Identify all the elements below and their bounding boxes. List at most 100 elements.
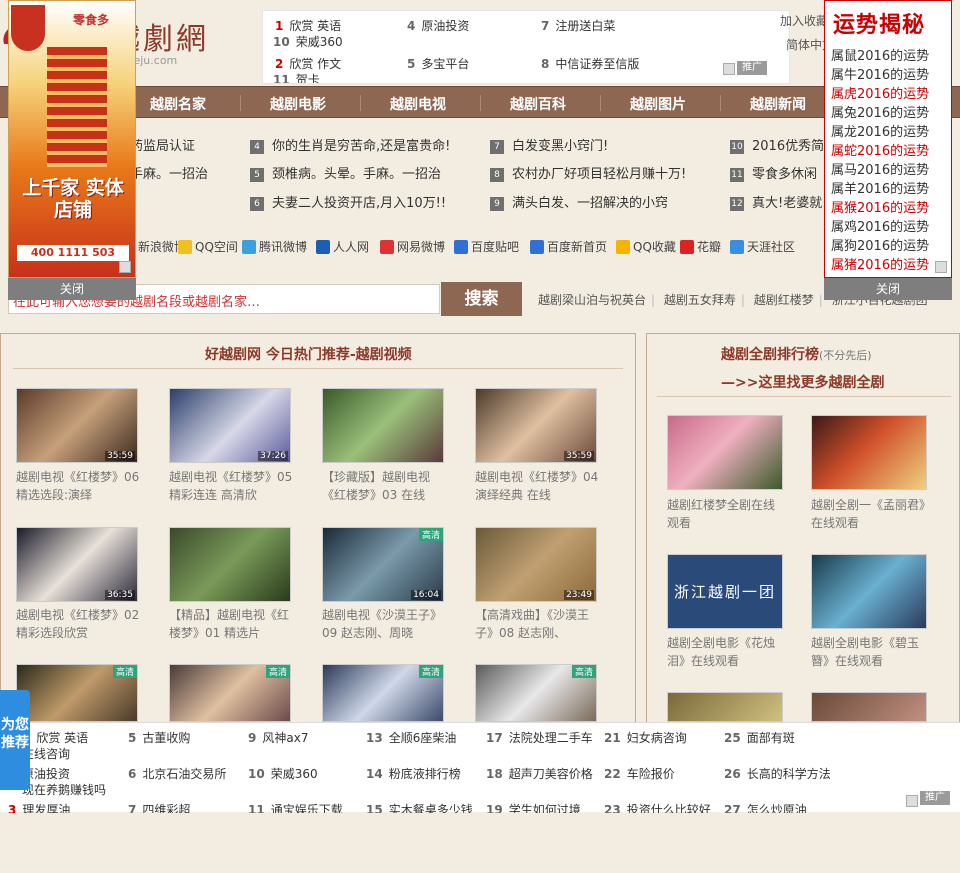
ranking-caption[interactable]: 越剧红楼梦全剧在线观看 <box>667 496 785 532</box>
top-ad-link[interactable]: 10 荣威360 <box>273 33 343 50</box>
more-link[interactable]: —>>这里找更多越剧全剧 <box>721 372 884 392</box>
ad-info-icon[interactable] <box>906 795 918 807</box>
hot-link[interactable]: 越剧梁山泊与祝英台 <box>538 293 646 307</box>
luck-link[interactable]: 属马2016的运势 <box>831 159 929 178</box>
luck-link[interactable]: 属猪2016的运势 <box>831 254 929 273</box>
add-favorite-link[interactable]: 加入收藏 <box>780 12 828 29</box>
ranking-thumbnail[interactable] <box>667 692 783 722</box>
top-ad-link[interactable]: 8 中信证券至信版 <box>541 55 639 72</box>
video-thumbnail[interactable]: 高清 16:04 <box>322 527 444 602</box>
video-caption[interactable]: 越剧电视《红楼梦》02 精彩选段欣赏 <box>16 606 140 642</box>
luck-link[interactable]: 属羊2016的运势 <box>831 178 929 197</box>
ranking-caption[interactable]: 越剧全剧电影《花烛泪》在线观看 <box>667 634 785 670</box>
news-link[interactable]: 5 颈椎病。头晕。手麻。一招治 <box>250 163 441 182</box>
ranking-thumbnail[interactable]: 浙江越剧一团 <box>667 554 783 629</box>
bottom-ad-link[interactable]: 26 长高的科学方法 <box>724 765 831 782</box>
luck-link[interactable]: 属兔2016的运势 <box>831 102 929 121</box>
video-caption[interactable]: 越剧电视《红楼梦》04 演绎经典 在线 <box>475 468 599 504</box>
news-link[interactable]: 7 白发变黑小窍门! <box>490 135 608 154</box>
video-thumbnail[interactable] <box>322 388 444 463</box>
share-tencent-weibo[interactable]: 腾讯微博 <box>242 238 307 255</box>
video-caption[interactable]: 越剧电视《红楼梦》06 精选选段:演绎 <box>16 468 140 504</box>
top-ad-link[interactable]: 4 原油投资 <box>407 17 469 34</box>
video-thumbnail[interactable]: 35:59 <box>16 388 138 463</box>
luck-link[interactable]: 属牛2016的运势 <box>831 64 929 83</box>
luck-link[interactable]: 属龙2016的运势 <box>831 121 929 140</box>
video-thumbnail[interactable]: 高清 <box>169 664 291 722</box>
nav-item-dianying[interactable]: 越剧电影 <box>270 94 326 114</box>
news-link[interactable]: 药监局认证 <box>130 135 195 154</box>
ranking-thumbnail[interactable] <box>667 415 783 490</box>
bottom-ad-link[interactable]: 25 面部有斑 <box>724 729 795 746</box>
top-ad-link[interactable]: 7 注册送白菜 <box>541 17 615 34</box>
ad-info-icon[interactable] <box>119 261 131 273</box>
ad-info-icon[interactable] <box>935 261 947 273</box>
video-thumbnail[interactable]: 高清 <box>322 664 444 722</box>
ad-tag[interactable]: 推广 <box>920 791 950 805</box>
bottom-ad-link[interactable]: 9 风神ax7 <box>248 729 308 746</box>
hot-link[interactable]: 越剧五女拜寿 <box>664 293 736 307</box>
luck-link[interactable]: 属鸡2016的运势 <box>831 216 929 235</box>
bottom-ad-link[interactable]: 18 超声刀美容价格 <box>486 765 593 782</box>
share-huaban[interactable]: 花瓣 <box>680 238 721 255</box>
news-link[interactable]: 6 夫妻二人投资开店,月入10万!! <box>250 192 446 211</box>
video-thumbnail[interactable] <box>169 527 291 602</box>
bottom-ad-link[interactable]: 10 荣威360 <box>248 765 318 782</box>
ad-tag[interactable]: 推广 <box>737 61 767 75</box>
bottom-ad-link[interactable]: 11 通宝娱乐下载 <box>248 801 343 813</box>
bottom-ad-link[interactable]: 6 北京石油交易所 <box>128 765 226 782</box>
video-thumbnail[interactable]: 37:26 <box>169 388 291 463</box>
top-ad-link[interactable]: 2 欣赏 作文 <box>275 55 341 72</box>
video-caption[interactable]: 【精品】越剧电视《红楼梦》01 精选片 <box>169 606 293 642</box>
nav-item-dianshi[interactable]: 越剧电视 <box>390 94 446 114</box>
nav-item-mingjia[interactable]: 越剧名家 <box>150 94 206 114</box>
bottom-ad-link[interactable]: 27 怎么炒原油 <box>724 801 807 813</box>
luck-link[interactable]: 属鼠2016的运势 <box>831 45 929 64</box>
luck-link[interactable]: 属狗2016的运势 <box>831 235 929 254</box>
news-link[interactable]: 9 满头白发、一招解决的小窍 <box>490 192 668 211</box>
ranking-thumbnail[interactable] <box>811 554 927 629</box>
news-link[interactable]: 手麻。一招治 <box>130 163 208 182</box>
video-caption[interactable]: 【高清戏曲】《沙漠王子》08 赵志刚、 <box>475 606 599 642</box>
video-thumbnail[interactable]: 35:59 <box>475 388 597 463</box>
close-button[interactable]: 关闭 <box>8 278 136 300</box>
news-link[interactable]: 11 零食多休闲 <box>730 163 817 182</box>
share-qzone[interactable]: QQ空间 <box>178 238 238 255</box>
news-link[interactable]: 12 真大!老婆就 <box>730 192 822 211</box>
video-thumbnail[interactable]: 23:49 <box>475 527 597 602</box>
luck-link[interactable]: 属蛇2016的运势 <box>831 140 929 159</box>
ranking-thumbnail[interactable] <box>811 415 927 490</box>
luck-link[interactable]: 属虎2016的运势 <box>831 83 929 102</box>
ranking-caption[interactable]: 越剧全剧电影《碧玉簪》在线观看 <box>811 634 929 670</box>
share-baidu-tieba[interactable]: 百度贴吧 <box>454 238 519 255</box>
news-link[interactable]: 8 农村办厂好项目轻松月赚十万! <box>490 163 686 182</box>
bottom-ad-link[interactable]: 7 四维彩超 <box>128 801 190 813</box>
share-qq-favorite[interactable]: QQ收藏 <box>616 238 676 255</box>
ranking-thumbnail[interactable] <box>811 692 927 722</box>
news-link[interactable]: 10 2016优秀简历 <box>730 135 837 154</box>
bottom-ad-link[interactable]: 23 投资什么比较好 <box>604 801 711 813</box>
bottom-ad-link[interactable]: 15 实木餐桌多少钱 <box>366 801 473 813</box>
video-thumbnail[interactable]: 高清 <box>16 664 138 722</box>
bottom-ad-link[interactable]: 14 粉底液排行榜 <box>366 765 461 782</box>
share-netease-weibo[interactable]: 网易微博 <box>380 238 445 255</box>
ad-banner[interactable]: 零食多 上千家 实体店铺 400 1111 503 <box>8 0 136 278</box>
video-caption[interactable]: 【珍藏版】越剧电视《红楼梦》03 在线 <box>322 468 446 504</box>
bottom-ad-link[interactable]: 3 理发厚油 <box>8 801 70 813</box>
video-caption[interactable]: 越剧电视《红楼梦》05 精彩连连 高清欣 <box>169 468 293 504</box>
close-button[interactable]: 关闭 <box>824 278 952 300</box>
bottom-ad-link[interactable]: 17 法院处理二手车 <box>486 729 593 746</box>
bottom-ad-link[interactable]: 5 古董收购 <box>128 729 190 746</box>
luck-link[interactable]: 属猴2016的运势 <box>831 197 929 216</box>
nav-item-tupian[interactable]: 越剧图片 <box>630 94 686 114</box>
top-ad-link[interactable]: 5 多宝平台 <box>407 55 469 72</box>
search-button[interactable]: 搜索 <box>441 282 522 316</box>
bottom-ad-link[interactable]: 现在养鹅赚钱吗 <box>22 781 106 798</box>
nav-item-xinwen[interactable]: 越剧新闻 <box>750 94 806 114</box>
top-ad-link[interactable]: 1 欣赏 英语 <box>275 17 341 34</box>
news-link[interactable]: 4 你的生肖是穷苦命,还是富贵命! <box>250 135 450 154</box>
video-thumbnail[interactable]: 高清 <box>475 664 597 722</box>
bottom-ad-link[interactable]: 22 车险报价 <box>604 765 675 782</box>
ranking-caption[interactable]: 越剧全剧一《孟丽君》在线观看 <box>811 496 929 532</box>
nav-item-baike[interactable]: 越剧百科 <box>510 94 566 114</box>
